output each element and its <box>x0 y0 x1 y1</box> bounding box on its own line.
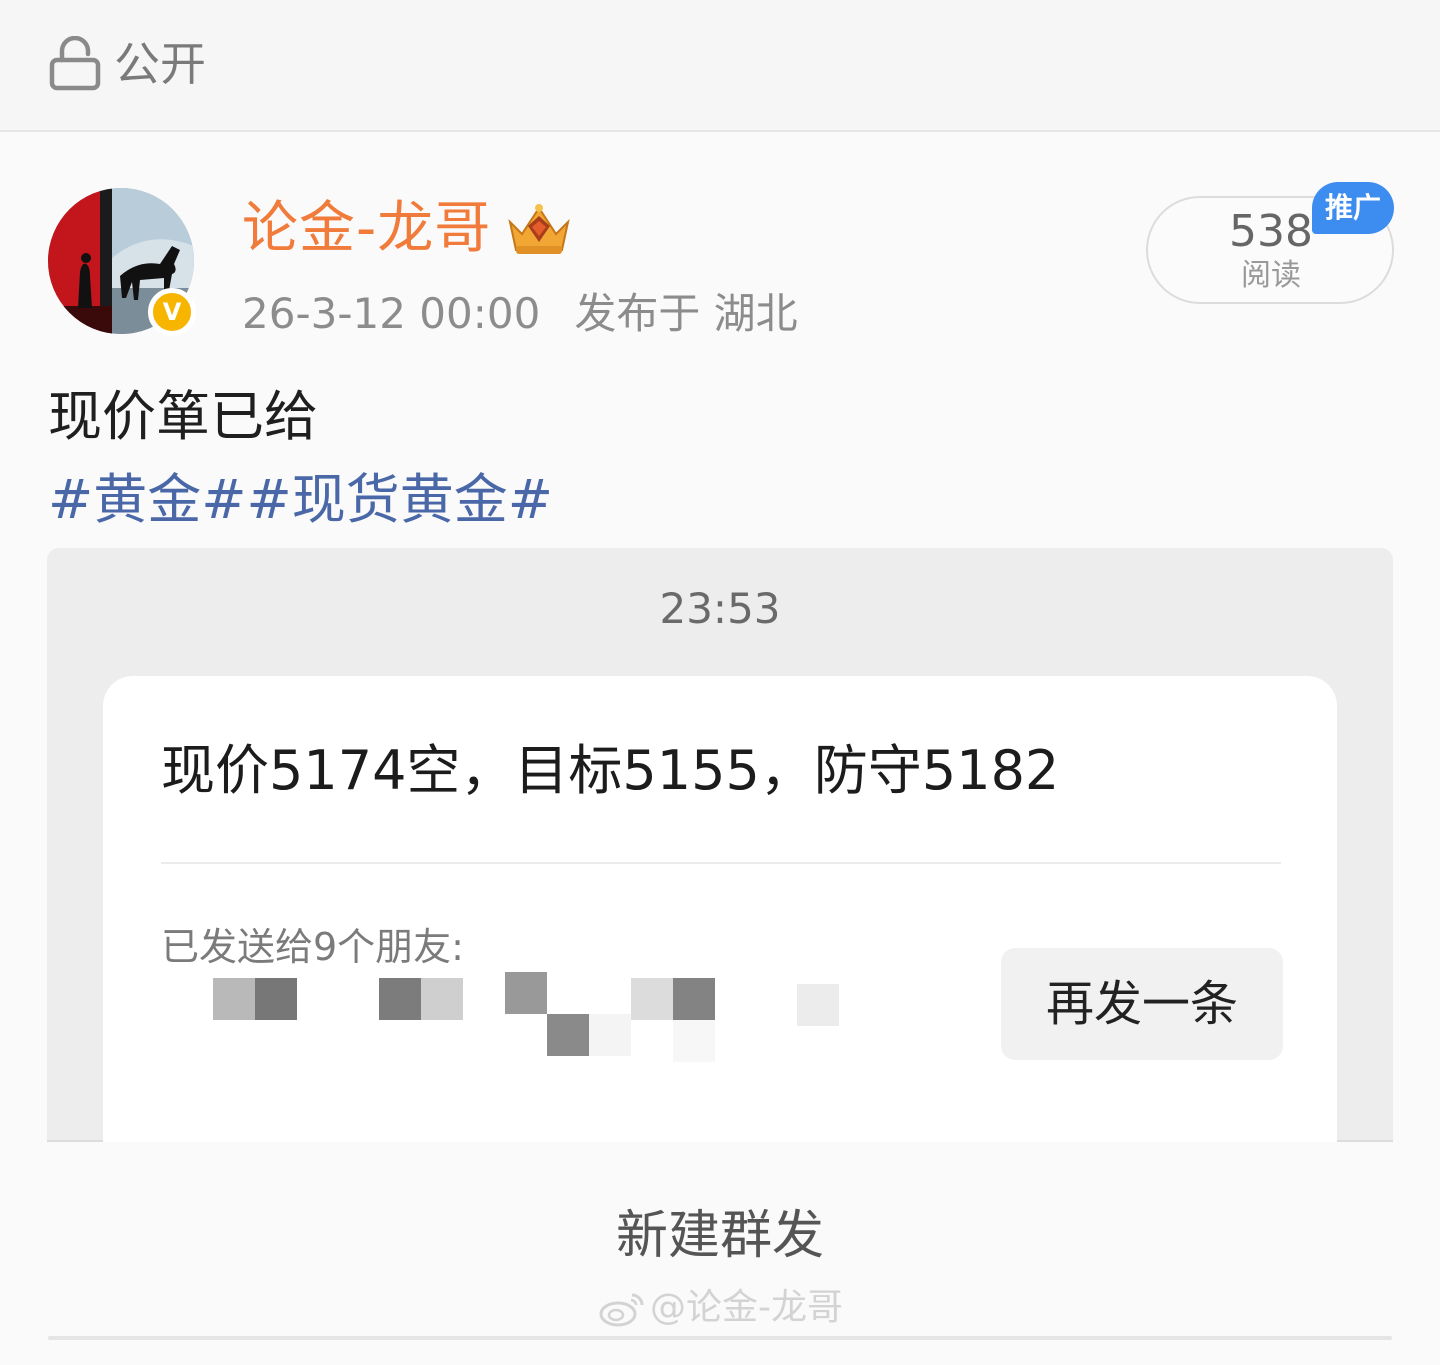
message-divider <box>161 862 1281 864</box>
verified-badge: V <box>148 288 196 336</box>
attached-screenshot[interactable]: 23:53 现价5174空，目标5155，防守5182 已发送给9个朋友: 再发… <box>47 548 1393 1142</box>
watermark: @论金-龙哥 <box>598 1286 843 1330</box>
post-timestamp: 26-3-12 00:00 <box>242 289 541 338</box>
message-text: 现价5174空，目标5155，防守5182 <box>161 739 1060 802</box>
privacy-label[interactable]: 公开 <box>114 34 206 94</box>
hashtag-links[interactable]: #黄金##现货黄金# <box>48 464 553 536</box>
message-card: 现价5174空，目标5155，防守5182 已发送给9个朋友: 再发一条 <box>103 676 1337 1142</box>
sent-to-label: 已发送给9个朋友: <box>161 925 464 969</box>
watermark-text: @论金-龙哥 <box>650 1287 843 1328</box>
post-card: V 论金-龙哥 26-3-12 00:00 发布于 湖北 538 阅读 推广 现价… <box>0 134 1440 1365</box>
resend-button[interactable]: 再发一条 <box>1001 948 1283 1060</box>
post-location: 发布于 湖北 <box>574 289 798 338</box>
new-broadcast-button[interactable]: 新建群发 <box>0 1200 1440 1272</box>
weibo-icon <box>599 1293 644 1327</box>
author-name[interactable]: 论金-龙哥 <box>242 194 491 264</box>
read-label: 阅读 <box>1241 258 1301 293</box>
bottom-divider <box>48 1336 1392 1340</box>
top-bar: 公开 <box>0 0 1440 132</box>
recipients-mosaic <box>161 972 881 1092</box>
lock-open-icon[interactable] <box>48 36 102 92</box>
post-meta: 26-3-12 00:00 发布于 湖北 <box>242 282 832 346</box>
post-text: 现价箪已给 <box>48 385 318 448</box>
crown-icon <box>508 204 570 254</box>
screenshot-time: 23:53 <box>659 584 781 633</box>
promote-badge[interactable]: 推广 <box>1312 182 1394 234</box>
